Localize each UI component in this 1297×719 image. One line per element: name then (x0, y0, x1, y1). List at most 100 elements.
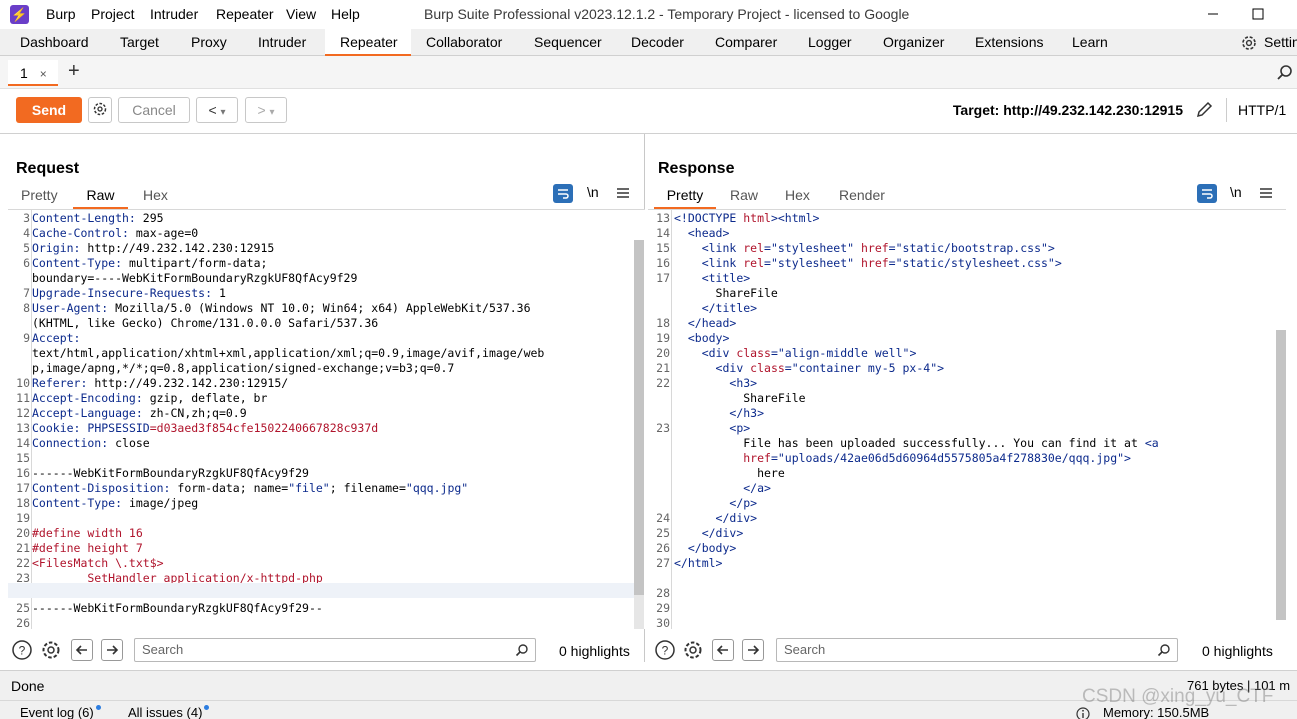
header-value: text/html,application/xhtml+xml,applicat… (32, 346, 545, 360)
line-number: 26 (656, 541, 670, 555)
tab-dashboard[interactable]: Dashboard (16, 29, 93, 56)
newline-toggle[interactable]: \n (1230, 184, 1242, 200)
gear-icon[interactable] (682, 639, 704, 661)
tab-decoder[interactable]: Decoder (627, 29, 688, 56)
response-editor[interactable]: 13 <!DOCTYPE html><html> 14 <head> 15 <link… (648, 209, 1286, 629)
http-version-selector[interactable]: HTTP/1 (1238, 102, 1286, 118)
svg-text:?: ? (19, 644, 26, 658)
settings-label[interactable]: Settin (1260, 29, 1297, 56)
header-value: 295 (135, 211, 164, 225)
menu-burp[interactable]: Burp (46, 6, 76, 22)
search-prev-button[interactable] (712, 639, 734, 661)
help-icon[interactable]: ? (11, 639, 33, 661)
response-tab-render[interactable]: Render (839, 187, 885, 203)
response-tab-raw[interactable]: Raw (730, 187, 758, 203)
newline-toggle[interactable]: \n (587, 184, 599, 200)
tab-extensions[interactable]: Extensions (971, 29, 1047, 56)
all-issues-link[interactable]: All issues (4) (128, 705, 210, 719)
header-value: PHPSESSID=d03aed3f854cfe1502240667828c93… (87, 421, 379, 435)
menu-icon[interactable] (616, 186, 630, 200)
search-icon[interactable] (1276, 64, 1293, 81)
menu-project[interactable]: Project (91, 6, 135, 22)
header-name: Cookie: (32, 421, 81, 435)
line-number: 26 (16, 616, 30, 629)
line-number: 20 (16, 526, 30, 540)
header-value: gzip, deflate, br (142, 391, 268, 405)
line-number: 4 (23, 226, 30, 240)
tab-learn[interactable]: Learn (1068, 29, 1112, 56)
search-prev-button[interactable] (71, 639, 93, 661)
header-value: close (108, 436, 150, 450)
add-tab-icon[interactable]: + (68, 60, 80, 83)
request-line-text: Accept-Language: zh-CN,zh;q=0.9 (32, 406, 247, 421)
scrollbar-thumb[interactable] (634, 240, 644, 595)
tab-organizer[interactable]: Organizer (879, 29, 948, 56)
request-tab-pretty[interactable]: Pretty (21, 187, 58, 203)
line-number: 7 (23, 286, 30, 300)
gear-icon[interactable] (1240, 34, 1258, 52)
menu-repeater[interactable]: Repeater (216, 6, 274, 22)
request-line-text: text/html,application/xhtml+xml,applicat… (32, 346, 544, 361)
line-number: 13 (656, 211, 670, 225)
response-line-text: here (674, 466, 785, 480)
menu-icon[interactable] (1259, 186, 1273, 200)
response-tab-pretty[interactable]: Pretty (654, 187, 716, 209)
back-button[interactable]: < ▾ (196, 97, 238, 123)
burp-window: ⚡ Burp Project Intruder Repeater View He… (0, 0, 1297, 719)
response-line-text: ShareFile (674, 286, 778, 300)
forward-button[interactable]: > ▾ (245, 97, 287, 123)
line-number: 22 (16, 556, 30, 570)
event-log-link[interactable]: Event log (6) (20, 705, 101, 719)
request-line-text: Connection: close (32, 436, 150, 451)
minimize-icon[interactable] (1203, 4, 1223, 24)
tab-sequencer[interactable]: Sequencer (530, 29, 606, 56)
close-icon[interactable]: × (40, 67, 47, 81)
search-next-button[interactable] (101, 639, 123, 661)
tab-repeater[interactable]: Repeater (325, 29, 411, 56)
menu-view[interactable]: View (286, 6, 316, 22)
tab-logger[interactable]: Logger (804, 29, 856, 56)
line-number: 30 (656, 616, 670, 629)
request-editor[interactable]: 3 Content-Length: 295 4 Cache-Control: max-… (8, 209, 645, 629)
tab-proxy[interactable]: Proxy (187, 29, 231, 56)
repeater-tab-1[interactable]: 1 × (8, 60, 58, 86)
tab-intruder[interactable]: Intruder (254, 29, 310, 56)
request-scrollbar[interactable] (634, 240, 644, 629)
gear-icon[interactable] (40, 639, 62, 661)
header-value: multipart/form-data; (122, 256, 268, 270)
wrap-lines-button[interactable] (1197, 184, 1217, 203)
header-value: form-data; name="file"; filename="qqq.jp… (170, 481, 469, 495)
search-next-button[interactable] (742, 639, 764, 661)
maximize-icon[interactable] (1248, 4, 1268, 24)
response-tab-hex[interactable]: Hex (785, 187, 810, 203)
request-tab-hex[interactable]: Hex (143, 187, 168, 203)
request-line-text: Referer: http://49.232.142.230:12915/ (32, 376, 288, 391)
tab-comparer[interactable]: Comparer (711, 29, 781, 56)
wrap-lines-button[interactable] (553, 184, 573, 203)
header-name: Connection: (32, 436, 109, 450)
help-icon[interactable]: ? (654, 639, 676, 661)
line-number: 18 (16, 496, 30, 510)
line-number: 16 (16, 466, 30, 480)
scrollbar-thumb[interactable] (1276, 330, 1286, 620)
response-line-text: </title> (701, 301, 758, 315)
tab-target[interactable]: Target (116, 29, 163, 56)
tab-collaborator[interactable]: Collaborator (422, 29, 506, 56)
line-number: 19 (16, 511, 30, 525)
cancel-button[interactable]: Cancel (118, 97, 190, 123)
response-search-input[interactable]: Search (776, 638, 1178, 662)
request-tab-raw[interactable]: Raw (73, 187, 128, 209)
info-icon (1076, 707, 1090, 719)
menu-help[interactable]: Help (331, 6, 360, 22)
menu-intruder[interactable]: Intruder (150, 6, 198, 22)
send-button[interactable]: Send (16, 97, 82, 123)
response-line-text: <head> (687, 226, 730, 240)
header-value: #define width 16 (32, 526, 143, 540)
response-scrollbar[interactable] (1276, 330, 1286, 620)
request-pane: Request Pretty Raw Hex \n 3 Content-Lengt… (0, 134, 645, 662)
edit-pencil-icon[interactable] (1194, 100, 1214, 120)
send-settings-button[interactable] (88, 97, 112, 123)
line-number: 23 (656, 421, 670, 435)
response-line-text: <div class="align-middle well"> (701, 346, 917, 360)
request-search-input[interactable]: Search (134, 638, 536, 662)
